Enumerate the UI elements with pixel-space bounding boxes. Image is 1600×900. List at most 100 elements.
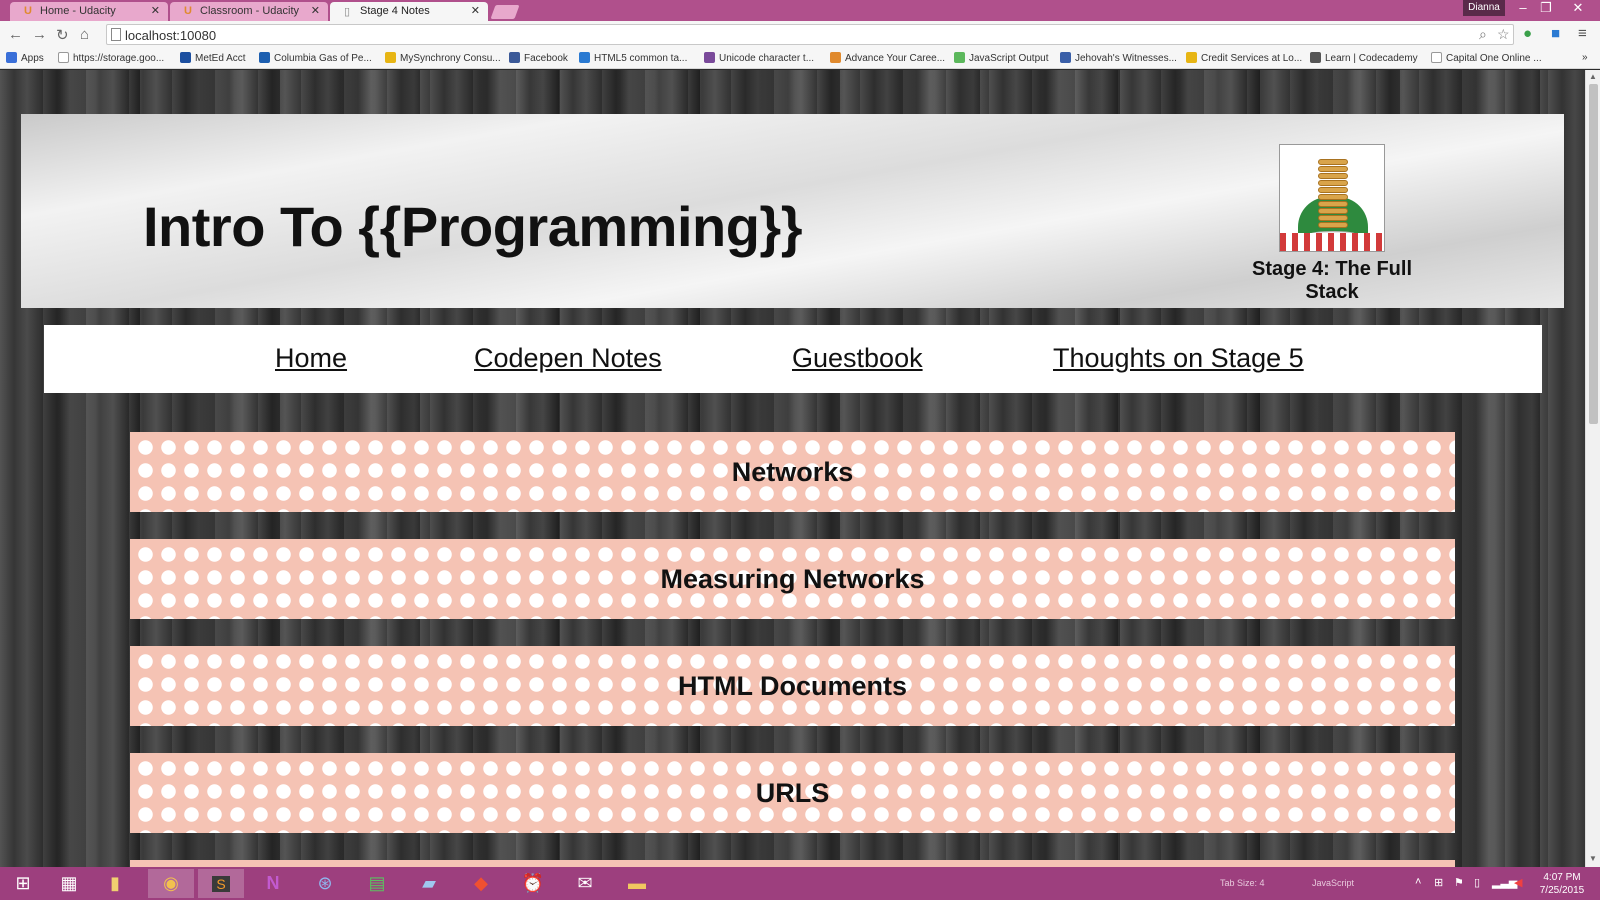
- topic-title: Networks: [731, 457, 854, 487]
- bookmark-label: https://storage.goo...: [73, 53, 165, 64]
- pancake-shape: [1318, 215, 1348, 221]
- url-text: localhost:10080: [125, 28, 217, 43]
- menu-icon[interactable]: ≡: [1578, 25, 1587, 42]
- bookmark-item[interactable]: Unicode character t...: [704, 52, 814, 64]
- pancake-shape: [1318, 194, 1348, 200]
- files-icon[interactable]: ▰: [406, 869, 452, 898]
- clock-time: 4:07 PM: [1543, 872, 1581, 883]
- scroll-thumb[interactable]: [1589, 84, 1598, 424]
- bookmark-label: Columbia Gas of Pe...: [274, 53, 372, 64]
- nav-guestbook[interactable]: Guestbook: [792, 343, 923, 374]
- browser-toolbar: ← → ↻ ⌂ localhost:10080 ⌕ ☆ ● ■ ≡: [0, 21, 1600, 48]
- bookmark-item[interactable]: Columbia Gas of Pe...: [259, 52, 372, 64]
- windows-start-icon[interactable]: ⊞: [0, 869, 46, 898]
- restore-icon[interactable]: ❐: [1534, 0, 1558, 16]
- bookmark-label: Capital One Online ...: [1446, 53, 1542, 64]
- git-icon[interactable]: ◆: [458, 869, 504, 898]
- bookmark-label: Jehovah's Witnesses...: [1075, 53, 1177, 64]
- bookmark-item[interactable]: Apps: [6, 52, 44, 64]
- page-icon: [1431, 52, 1442, 63]
- mail-icon[interactable]: ✉: [562, 869, 608, 898]
- topic-next-partial[interactable]: [130, 860, 1455, 867]
- browser-tab-bar: U Home - Udacity ✕ U Classroom - Udacity…: [0, 0, 1600, 21]
- nav-codepen-notes[interactable]: Codepen Notes: [474, 343, 662, 374]
- profile-name[interactable]: Dianna: [1463, 0, 1505, 16]
- bookmark-item[interactable]: Credit Services at Lo...: [1186, 52, 1302, 64]
- calculator-icon[interactable]: ▤: [354, 869, 400, 898]
- page-scrollbar[interactable]: ▲ ▼: [1585, 70, 1600, 867]
- bookmark-item[interactable]: HTML5 common ta...: [579, 52, 687, 64]
- unicode-icon: [704, 52, 715, 63]
- bookmarks-bar: Apps https://storage.goo... MetEd Acct C…: [0, 48, 1600, 69]
- topic-urls[interactable]: URLS: [130, 753, 1455, 833]
- desktop-icon[interactable]: ▦: [46, 869, 92, 898]
- notepad-icon[interactable]: ▮: [92, 869, 138, 898]
- chrome-icon[interactable]: ◉: [148, 869, 194, 898]
- credit-services-icon: [1186, 52, 1197, 63]
- flag-icon[interactable]: ⚑: [1454, 876, 1464, 889]
- bookmark-item[interactable]: Facebook: [509, 52, 568, 64]
- more-bookmarks-icon[interactable]: »: [1582, 52, 1588, 63]
- bookmark-item[interactable]: MySynchrony Consu...: [385, 52, 501, 64]
- close-icon[interactable]: ✕: [471, 4, 480, 17]
- system-clock[interactable]: 4:07 PM 7/25/2015: [1530, 871, 1594, 897]
- extension-icon[interactable]: ●: [1523, 25, 1532, 42]
- new-tab-button[interactable]: [490, 5, 520, 19]
- close-icon[interactable]: ✕: [311, 4, 320, 17]
- tab-home-udacity[interactable]: U Home - Udacity ✕: [10, 2, 168, 21]
- nav-thoughts-on-stage-5[interactable]: Thoughts on Stage 5: [1053, 343, 1304, 374]
- bookmark-item[interactable]: Learn | Codecademy: [1310, 52, 1418, 64]
- sublime-text-icon[interactable]: S: [198, 869, 244, 898]
- scroll-down-icon[interactable]: ▼: [1589, 854, 1597, 863]
- volume-muted-icon[interactable]: ◀: [1514, 876, 1522, 889]
- bookmark-label: Apps: [21, 53, 44, 64]
- forward-icon[interactable]: →: [32, 26, 47, 43]
- file-explorer-icon[interactable]: ▬: [614, 869, 660, 898]
- bookmark-label: JavaScript Output: [969, 53, 1049, 64]
- alarm-clock-icon[interactable]: ⏰: [510, 869, 556, 898]
- tab-stage-4-notes[interactable]: ▯ Stage 4 Notes ✕: [330, 2, 488, 21]
- address-bar[interactable]: localhost:10080 ⌕ ☆: [106, 24, 1514, 45]
- topic-networks[interactable]: Networks: [130, 432, 1455, 512]
- bookmark-label: MySynchrony Consu...: [400, 53, 501, 64]
- bookmark-item[interactable]: MetEd Acct: [180, 52, 246, 64]
- bookmark-item[interactable]: Advance Your Caree...: [830, 52, 945, 64]
- back-icon[interactable]: ←: [8, 26, 23, 43]
- reload-icon[interactable]: ↻: [56, 26, 69, 44]
- bookmark-item[interactable]: Jehovah's Witnesses...: [1060, 52, 1177, 64]
- close-window-icon[interactable]: ✕: [1566, 0, 1590, 16]
- tab-classroom-udacity[interactable]: U Classroom - Udacity ✕: [170, 2, 328, 21]
- bookmark-label: Advance Your Caree...: [845, 53, 946, 64]
- codecademy-icon: [1310, 52, 1321, 63]
- onenote-icon[interactable]: N: [250, 869, 296, 898]
- js-output-icon: [954, 52, 965, 63]
- udacity-icon: [830, 52, 841, 63]
- bookmark-item[interactable]: JavaScript Output: [954, 52, 1048, 64]
- bookmark-star-icon[interactable]: ☆: [1497, 26, 1510, 43]
- search-icon[interactable]: ⌕: [1479, 26, 1487, 43]
- topic-measuring-networks[interactable]: Measuring Networks: [130, 539, 1455, 619]
- html5-icon: [579, 52, 590, 63]
- windows-icon[interactable]: ⊞: [1434, 876, 1443, 889]
- meted-icon: [180, 52, 191, 63]
- pancake-shape: [1318, 166, 1348, 172]
- bookmark-label: Credit Services at Lo...: [1201, 53, 1303, 64]
- udacity-icon: U: [184, 5, 192, 17]
- topic-html-documents[interactable]: HTML Documents: [130, 646, 1455, 726]
- main-nav: Home Codepen Notes Guestbook Thoughts on…: [44, 325, 1542, 393]
- bookmark-item[interactable]: https://storage.goo...: [58, 52, 164, 64]
- scroll-up-icon[interactable]: ▲: [1589, 72, 1597, 81]
- extension-icon[interactable]: ■: [1551, 25, 1560, 42]
- bookmark-label: HTML5 common ta...: [594, 53, 688, 64]
- battery-icon[interactable]: ▯: [1474, 876, 1480, 889]
- pancake-shape: [1318, 222, 1348, 228]
- pancake-shape: [1318, 159, 1348, 165]
- minimize-icon[interactable]: –: [1511, 0, 1535, 16]
- network-icon[interactable]: ⊛: [302, 869, 348, 898]
- windows-taskbar: ⊞ ▦ ▮ ◉ S N ⊛ ▤ ▰ ◆ ⏰ ✉ ▬ Tab Size: 4 Ja…: [0, 867, 1600, 900]
- close-icon[interactable]: ✕: [151, 4, 160, 17]
- show-hidden-icons-icon[interactable]: ˄: [1415, 876, 1421, 888]
- bookmark-item[interactable]: Capital One Online ...: [1431, 52, 1542, 64]
- home-icon[interactable]: ⌂: [80, 26, 89, 43]
- nav-home[interactable]: Home: [275, 343, 347, 374]
